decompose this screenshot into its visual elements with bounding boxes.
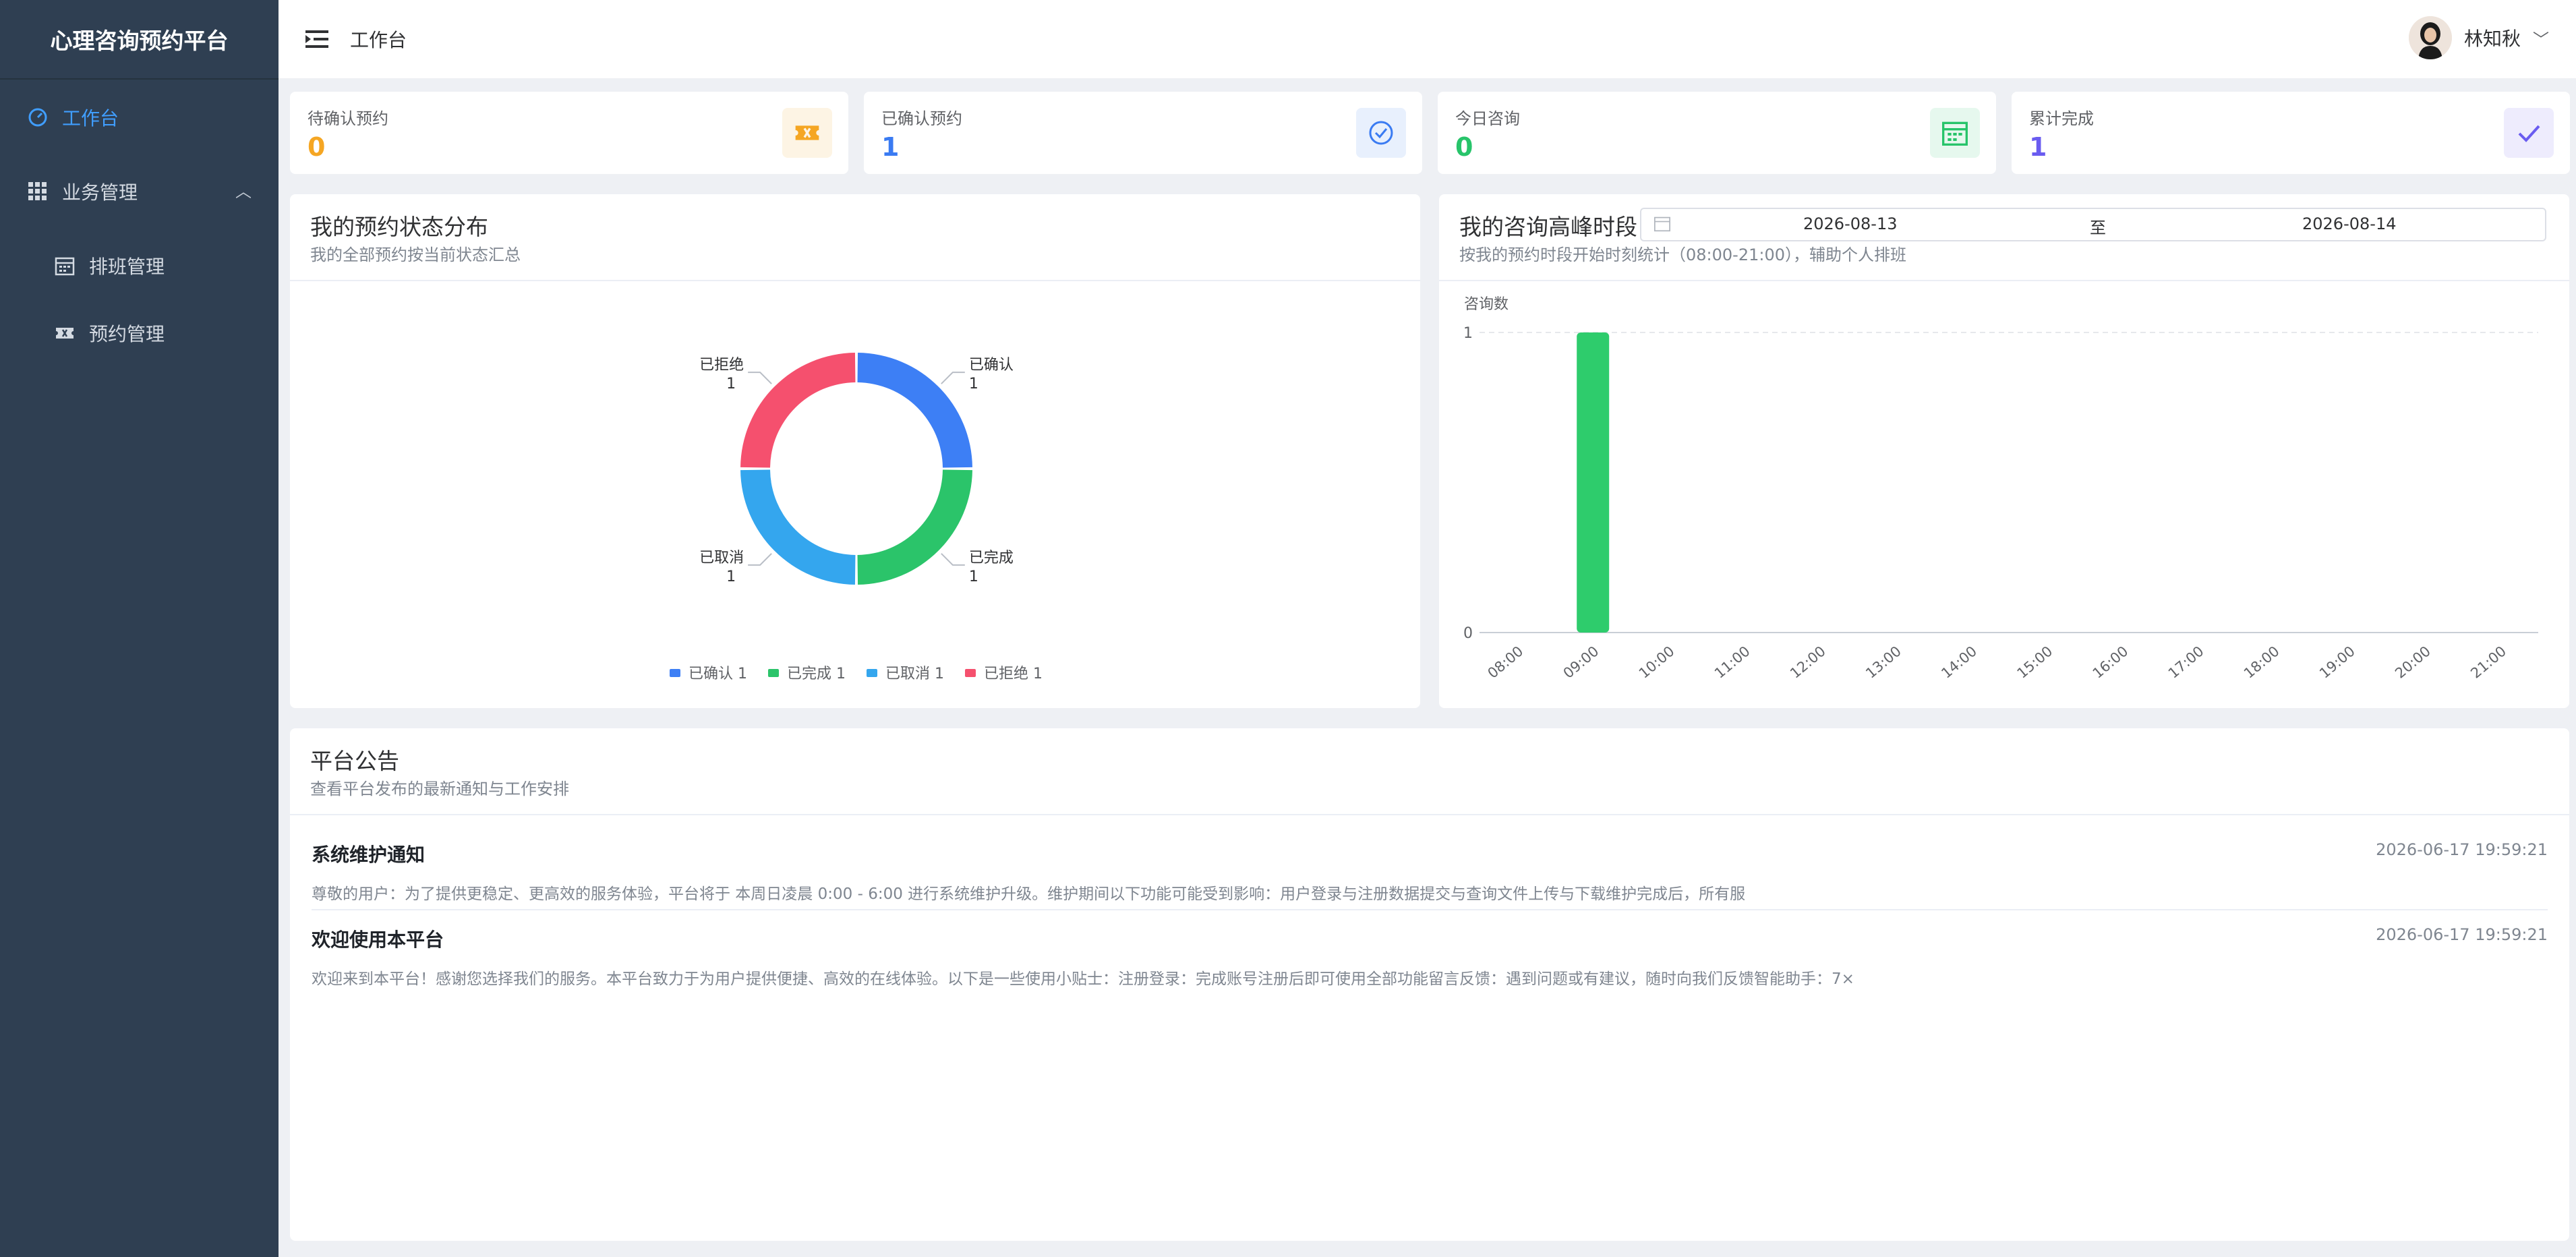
app-title: 心理咨询预约平台	[0, 0, 279, 80]
sidebar-item-label: 排班管理	[89, 256, 165, 278]
legend-label: 已确认 1	[689, 666, 747, 682]
legend-swatch	[670, 669, 680, 677]
donut-slice	[740, 353, 856, 468]
status-donut-chart: 已确认 1 已完成 1 已取消 1 已拒绝 1 已确认 1 已完成 1 已取消 1 已拒绝 1	[670, 353, 1043, 682]
announcements-panel: 平台公告 查看平台发布的最新通知与工作安排 系统维护通知 2026-06-17 …	[290, 728, 2569, 1241]
label-leader-line	[748, 553, 772, 566]
legend-label: 已拒绝 1	[984, 666, 1043, 682]
panel-subtitle: 查看平台发布的最新通知与工作安排	[310, 780, 569, 798]
topbar: 工作台 林知秋 ﹀	[279, 0, 2576, 78]
stat-card-confirmed: 已确认预约 1	[864, 92, 1422, 174]
sidebar-item-business[interactable]: 业务管理 ︿	[27, 178, 279, 205]
slice-value: 1	[969, 376, 978, 392]
slice-label: 已拒绝	[699, 357, 744, 374]
legend-label: 已完成 1	[787, 666, 846, 682]
ticket-icon	[54, 322, 76, 344]
stat-label: 已确认预约	[881, 109, 962, 128]
chevron-up-icon: ︿	[235, 182, 252, 201]
x-tick-label: 12:00	[1787, 643, 1829, 681]
y-tick-label: 1	[1463, 325, 1473, 342]
x-tick-label: 20:00	[2392, 643, 2434, 681]
check-circle-icon	[1356, 108, 1406, 158]
x-tick-label: 10:00	[1636, 643, 1678, 681]
username: 林知秋	[2463, 28, 2521, 50]
stat-label: 累计完成	[2029, 109, 2094, 128]
stat-card-pending: 待确认预约 0	[290, 92, 848, 174]
sidebar: 心理咨询预约平台 工作台 业务管理 ︿ 排班管理 预约管理	[0, 0, 279, 1257]
x-tick-label: 14:00	[1938, 643, 1980, 681]
y-tick-label: 0	[1463, 625, 1473, 642]
status-distribution-panel: 我的预约状态分布 我的全部预约按当前状态汇总 已确认 1 已完成 1 已取消 1 已拒绝 1 已…	[290, 194, 1420, 708]
stat-value: 1	[881, 132, 900, 162]
dashboard-icon	[27, 107, 49, 128]
announcement-body: 欢迎来到本平台！感谢您选择我们的服务。本平台致力于为用户提供便捷、高效的在线体验…	[312, 970, 1854, 988]
legend-swatch	[768, 669, 779, 677]
avatar	[2408, 16, 2452, 59]
label-leader-line	[941, 372, 965, 384]
calendar-icon	[1930, 108, 1980, 158]
announcement-time: 2026-06-17 19:59:21	[2376, 840, 2548, 859]
announcement-item[interactable]: 欢迎使用本平台 2026-06-17 19:59:21 欢迎来到本平台！感谢您选…	[312, 925, 2548, 989]
label-leader-line	[748, 372, 772, 384]
x-tick-label: 09:00	[1560, 643, 1602, 681]
ticket-icon	[782, 108, 832, 158]
legend-swatch	[965, 669, 976, 677]
stat-label: 今日咨询	[1455, 109, 1520, 128]
announcement-body: 尊敬的用户：为了提供更稳定、更高效的服务体验，平台将于 本周日凌晨 0:00 -…	[312, 885, 1746, 903]
divider	[312, 909, 2548, 910]
donut-slice	[740, 469, 856, 585]
sidebar-item-label: 预约管理	[89, 323, 165, 345]
sidebar-item-label: 工作台	[62, 107, 119, 129]
stat-value: 0	[1455, 132, 1473, 162]
bar	[1577, 332, 1610, 633]
menu-fold-icon[interactable]	[305, 30, 328, 49]
slice-label: 已取消	[699, 550, 744, 566]
stat-value: 0	[308, 132, 326, 162]
x-tick-label: 16:00	[2090, 643, 2132, 681]
peak-hours-bar-chart: 咨询数 0 1 08:00 09:00 10:00 11:00 12:00 13:00 14:00…	[1463, 296, 2538, 682]
announcement-time: 2026-06-17 19:59:21	[2376, 925, 2548, 944]
announcement-title: 系统维护通知	[312, 844, 426, 866]
slice-value: 1	[726, 376, 736, 392]
y-axis-label: 咨询数	[1464, 296, 1509, 313]
chevron-down-icon: ﹀	[2533, 30, 2549, 49]
breadcrumb: 工作台	[350, 29, 407, 51]
x-tick-label: 19:00	[2316, 643, 2358, 681]
x-tick-label: 15:00	[2014, 643, 2055, 681]
slice-value: 1	[726, 568, 736, 585]
sidebar-item-dashboard[interactable]: 工作台	[27, 104, 119, 131]
donut-slice	[857, 469, 972, 585]
slice-label: 已确认	[969, 357, 1014, 374]
panel-title: 平台公告	[310, 748, 399, 774]
x-tick-label: 13:00	[1863, 643, 1904, 681]
grid-icon	[27, 181, 49, 202]
sidebar-item-booking[interactable]: 预约管理	[54, 320, 165, 347]
peak-hours-panel: 我的咨询高峰时段 2026-08-13 至 2026-08-14 按我的预约时段…	[1439, 194, 2569, 708]
slice-label: 已完成	[969, 550, 1014, 566]
stat-label: 待确认预约	[308, 109, 388, 128]
donut-slice	[857, 353, 972, 468]
stat-value: 1	[2029, 132, 2047, 162]
sidebar-item-label: 业务管理	[62, 181, 138, 204]
x-tick-label: 17:00	[2165, 643, 2207, 681]
announcement-item[interactable]: 系统维护通知 2026-06-17 19:59:21 尊敬的用户：为了提供更稳定…	[312, 840, 2548, 904]
slice-value: 1	[969, 568, 978, 585]
legend-swatch	[867, 669, 877, 677]
divider	[290, 814, 2569, 815]
stat-card-today: 今日咨询 0	[1438, 92, 1996, 174]
checkmark-icon	[2504, 108, 2554, 158]
sidebar-item-schedule[interactable]: 排班管理	[54, 252, 165, 279]
x-tick-label: 21:00	[2467, 643, 2509, 681]
announcement-title: 欢迎使用本平台	[312, 929, 444, 951]
calendar-icon	[54, 255, 76, 276]
legend-label: 已取消 1	[885, 666, 944, 682]
x-tick-label: 18:00	[2241, 643, 2283, 681]
user-menu[interactable]: 林知秋 ﹀	[2408, 16, 2549, 59]
x-tick-label: 11:00	[1711, 643, 1753, 681]
stat-card-completed: 累计完成 1	[2012, 92, 2570, 174]
x-tick-label: 08:00	[1484, 643, 1526, 681]
label-leader-line	[941, 553, 965, 566]
